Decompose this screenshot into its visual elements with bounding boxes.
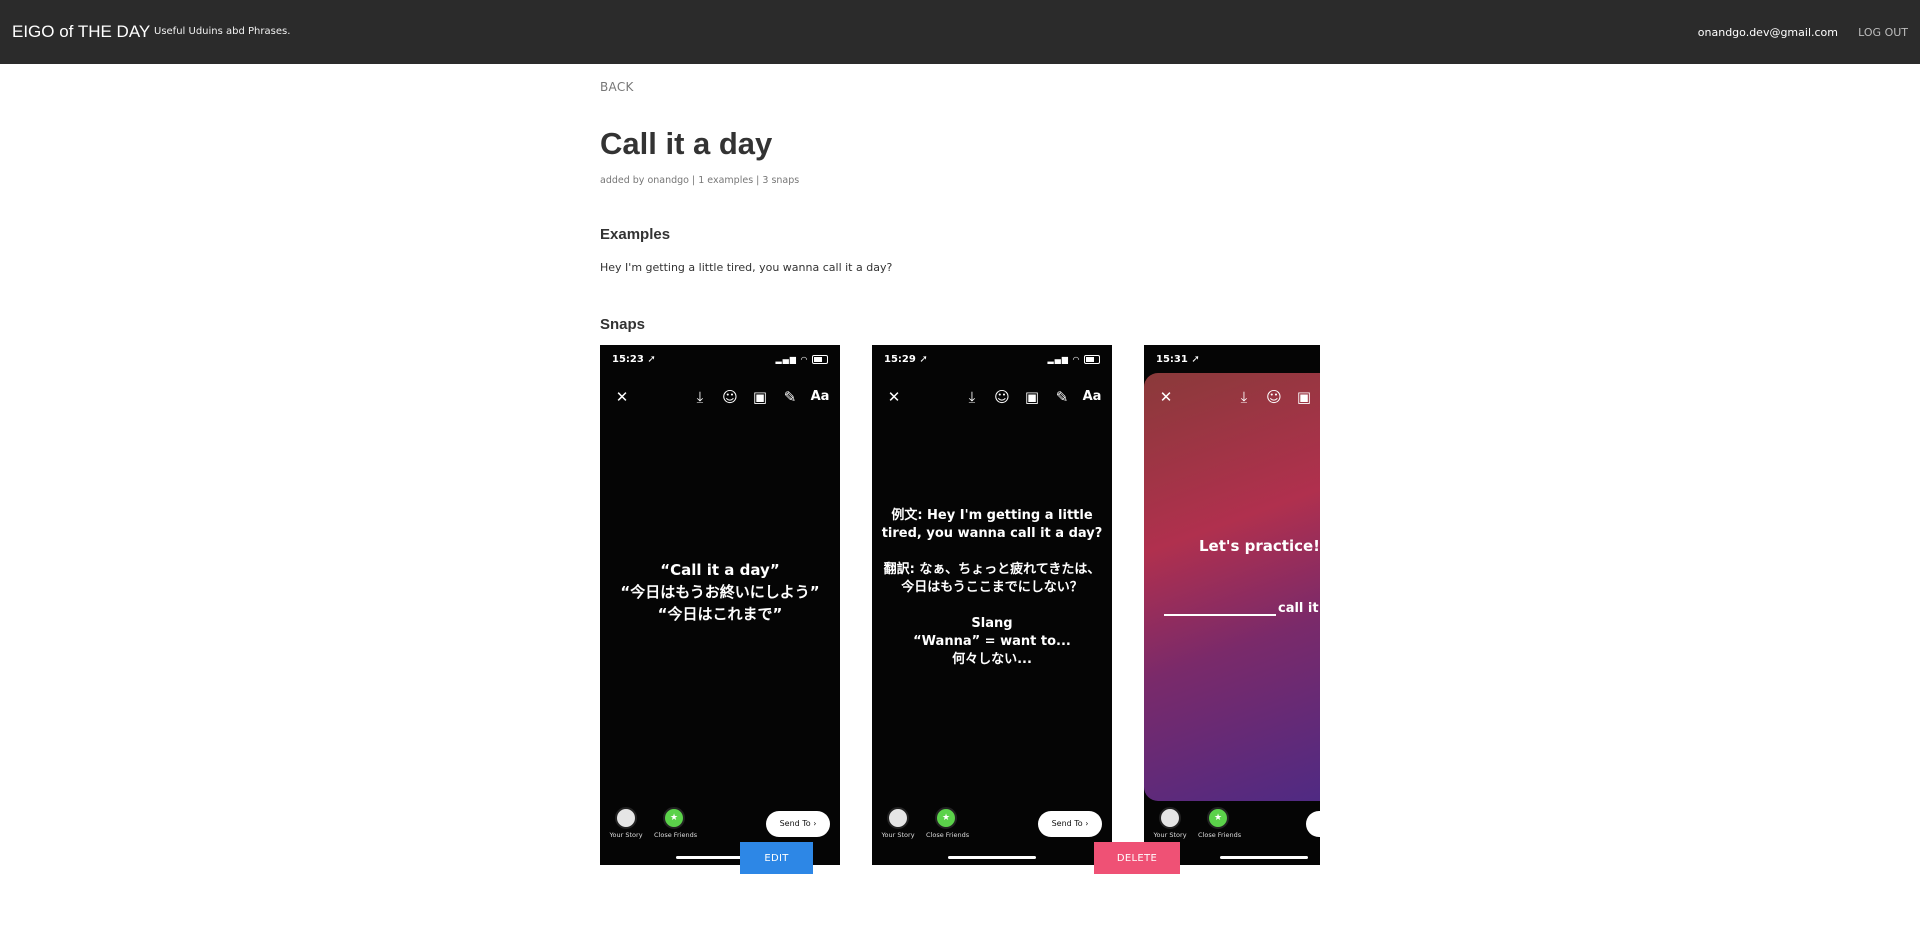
snap-caption: “Call it a day” “今日はもうお終いにしよう” “今日はこれまで” bbox=[620, 561, 820, 623]
snap-image-2[interactable]: 15:29 ➚ ▂▄▆ ◠ ✕ ⤓ ☺ ▣ ✎ Aa 例文: Hey I'm g… bbox=[872, 345, 1112, 865]
close-friends-label: Close Friends bbox=[926, 831, 970, 839]
sticker-icon: ▣ bbox=[1296, 388, 1312, 406]
examples-heading: Examples bbox=[600, 226, 671, 243]
download-icon: ⤓ bbox=[696, 388, 704, 406]
send-to-button: Send To › bbox=[766, 811, 830, 837]
close-friends-label: Close Friends bbox=[654, 831, 698, 839]
status-icons: ▂▄▆ ◠ bbox=[775, 355, 828, 364]
home-indicator bbox=[1220, 856, 1308, 859]
status-time: 15:29 ➚ bbox=[884, 354, 928, 365]
face-effects-icon: ☺ bbox=[994, 388, 1010, 406]
signal-icon: ▂▄▆ bbox=[775, 355, 797, 364]
close-friends-label: Close Friends bbox=[1198, 831, 1242, 839]
draw-icon: ✎ bbox=[783, 388, 797, 406]
close-friends-button: ★ Close Friends bbox=[654, 807, 698, 839]
top-navbar: EIGO of THE DAY Useful Uduins abd Phrase… bbox=[0, 0, 1920, 64]
brand-title[interactable]: EIGO of THE DAY bbox=[12, 22, 150, 42]
example-item: Hey I'm getting a little tired, you wann… bbox=[600, 261, 893, 274]
your-story-label: Your Story bbox=[881, 831, 915, 839]
location-arrow-icon: ➚ bbox=[647, 354, 656, 365]
story-toolbar: ✕ ⤓ ☺ ▣ bbox=[1144, 385, 1320, 409]
story-toolbar: ✕ ⤓ ☺ ▣ ✎ Aa bbox=[600, 385, 840, 409]
star-icon: ★ bbox=[663, 807, 685, 829]
your-story-avatar bbox=[615, 807, 637, 829]
snap-image-1[interactable]: 15:23 ➚ ▂▄▆ ◠ ✕ ⤓ ☺ ▣ ✎ Aa “Call it a da… bbox=[600, 345, 840, 865]
draw-icon: ✎ bbox=[1055, 388, 1069, 406]
your-story-button: Your Story bbox=[878, 807, 918, 839]
your-story-avatar bbox=[887, 807, 909, 829]
brand-tagline: Useful Uduins abd Phrases. bbox=[154, 26, 291, 37]
back-link[interactable]: BACK bbox=[600, 80, 634, 94]
download-icon: ⤓ bbox=[968, 388, 976, 406]
phrase-meta: added by onandgo | 1 examples | 3 snaps bbox=[600, 175, 800, 186]
snap-caption-line-2: call it bbox=[1164, 601, 1319, 616]
send-to-button bbox=[1306, 811, 1320, 837]
sticker-icon: ▣ bbox=[752, 388, 768, 406]
star-icon: ★ bbox=[1207, 807, 1229, 829]
close-icon: ✕ bbox=[1159, 388, 1173, 406]
sticker-icon: ▣ bbox=[1024, 388, 1040, 406]
close-icon: ✕ bbox=[615, 388, 629, 406]
wifi-icon: ◠ bbox=[800, 355, 809, 364]
snap-image-3[interactable]: 15:31 ➚ ✕ ⤓ ☺ ▣ Let's practice! call it … bbox=[1144, 345, 1320, 865]
face-effects-icon: ☺ bbox=[1266, 388, 1282, 406]
status-icons: ▂▄▆ ◠ bbox=[1047, 355, 1100, 364]
battery-icon bbox=[1084, 355, 1100, 364]
snaps-heading: Snaps bbox=[600, 316, 646, 333]
your-story-label: Your Story bbox=[609, 831, 643, 839]
snap-caption-line-1: Let's practice! bbox=[1198, 537, 1320, 555]
text-icon: Aa bbox=[810, 389, 830, 404]
close-friends-button: ★ Close Friends bbox=[1198, 807, 1242, 839]
gradient-background bbox=[1144, 373, 1320, 801]
story-toolbar: ✕ ⤓ ☺ ▣ ✎ Aa bbox=[872, 385, 1112, 409]
close-friends-button: ★ Close Friends bbox=[926, 807, 970, 839]
your-story-avatar bbox=[1159, 807, 1181, 829]
status-time: 15:23 ➚ bbox=[612, 354, 656, 365]
home-indicator bbox=[948, 856, 1036, 859]
snap-caption: 例文: Hey I'm getting a little tired, you … bbox=[881, 508, 1103, 667]
text-icon: Aa bbox=[1082, 389, 1102, 404]
status-time: 15:31 ➚ bbox=[1156, 354, 1200, 365]
your-story-label: Your Story bbox=[1153, 831, 1187, 839]
location-arrow-icon: ➚ bbox=[919, 354, 928, 365]
close-icon: ✕ bbox=[887, 388, 901, 406]
page-title: Call it a day bbox=[600, 126, 773, 161]
fill-in-blank bbox=[1164, 614, 1276, 616]
send-to-button: Send To › bbox=[1038, 811, 1102, 837]
battery-icon bbox=[812, 355, 828, 364]
your-story-button: Your Story bbox=[606, 807, 646, 839]
edit-button[interactable]: EDIT bbox=[740, 842, 813, 874]
logout-link[interactable]: LOG OUT bbox=[1858, 26, 1908, 39]
snaps-gallery: 15:23 ➚ ▂▄▆ ◠ ✕ ⤓ ☺ ▣ ✎ Aa “Call it a da… bbox=[600, 345, 1320, 865]
signal-icon: ▂▄▆ bbox=[1047, 355, 1069, 364]
wifi-icon: ◠ bbox=[1072, 355, 1081, 364]
your-story-button: Your Story bbox=[1150, 807, 1190, 839]
star-icon: ★ bbox=[935, 807, 957, 829]
user-email: onandgo.dev@gmail.com bbox=[1697, 26, 1838, 39]
chevron-right-icon: › bbox=[813, 819, 817, 828]
face-effects-icon: ☺ bbox=[722, 388, 738, 406]
location-arrow-icon: ➚ bbox=[1191, 354, 1200, 365]
delete-button[interactable]: DELETE bbox=[1094, 842, 1180, 874]
download-icon: ⤓ bbox=[1240, 388, 1248, 406]
chevron-right-icon: › bbox=[1085, 819, 1089, 828]
